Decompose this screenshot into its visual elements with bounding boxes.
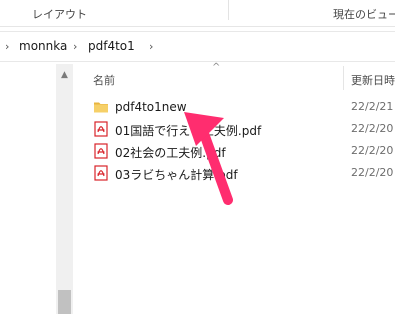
column-header-name[interactable]: 名前 (93, 72, 115, 88)
file-row-pdf[interactable]: 03ラビちゃん計算.pdf 22/2/20 (74, 162, 395, 184)
column-separator[interactable] (343, 66, 344, 90)
breadcrumb-item-pdf4to1[interactable]: pdf4to1 (88, 39, 135, 53)
sort-ascending-icon: ^ (212, 62, 221, 73)
breadcrumb-chevron-icon[interactable]: › (149, 40, 153, 53)
file-row-pdf[interactable]: 01国語で行える工夫例.pdf 22/2/20 (74, 118, 395, 140)
ribbon-separator (228, 0, 229, 20)
file-row-folder[interactable]: pdf4to1new 22/2/21 (74, 96, 395, 118)
folder-icon (94, 102, 108, 113)
file-date: 22/2/21 (351, 100, 394, 113)
file-name: 01国語で行える工夫例.pdf (115, 124, 262, 138)
pdf-file-icon (94, 143, 108, 159)
breadcrumb-chevron-icon[interactable]: › (5, 40, 9, 53)
column-header-date-modified[interactable]: 更新日時 (351, 72, 395, 88)
address-bar[interactable]: › monnka › pdf4to1 › (0, 31, 395, 62)
file-date: 22/2/20 (351, 166, 394, 179)
file-date: 22/2/20 (351, 144, 394, 157)
file-name: pdf4to1new (115, 100, 187, 114)
pdf-file-icon (94, 165, 108, 181)
navigation-pane-scrollbar[interactable]: ▲ (56, 64, 73, 314)
ribbon: レイアウト 現在のビュー (0, 0, 395, 27)
scroll-up-icon[interactable]: ▲ (56, 68, 73, 82)
breadcrumb-chevron-icon[interactable]: › (73, 40, 77, 53)
file-list-header: ^ 名前 更新日時 (74, 62, 395, 92)
file-name: 03ラビちゃん計算.pdf (115, 168, 238, 182)
ribbon-group-current-view: 現在のビュー (333, 8, 395, 21)
file-date: 22/2/20 (351, 122, 394, 135)
pdf-file-icon (94, 121, 108, 137)
file-name: 02社会の工夫例.pdf (115, 146, 226, 160)
file-row-pdf[interactable]: 02社会の工夫例.pdf 22/2/20 (74, 140, 395, 162)
ribbon-group-layout: レイアウト (32, 8, 87, 21)
breadcrumb-item-monnka[interactable]: monnka (19, 39, 67, 53)
scrollbar-thumb[interactable] (58, 290, 71, 314)
